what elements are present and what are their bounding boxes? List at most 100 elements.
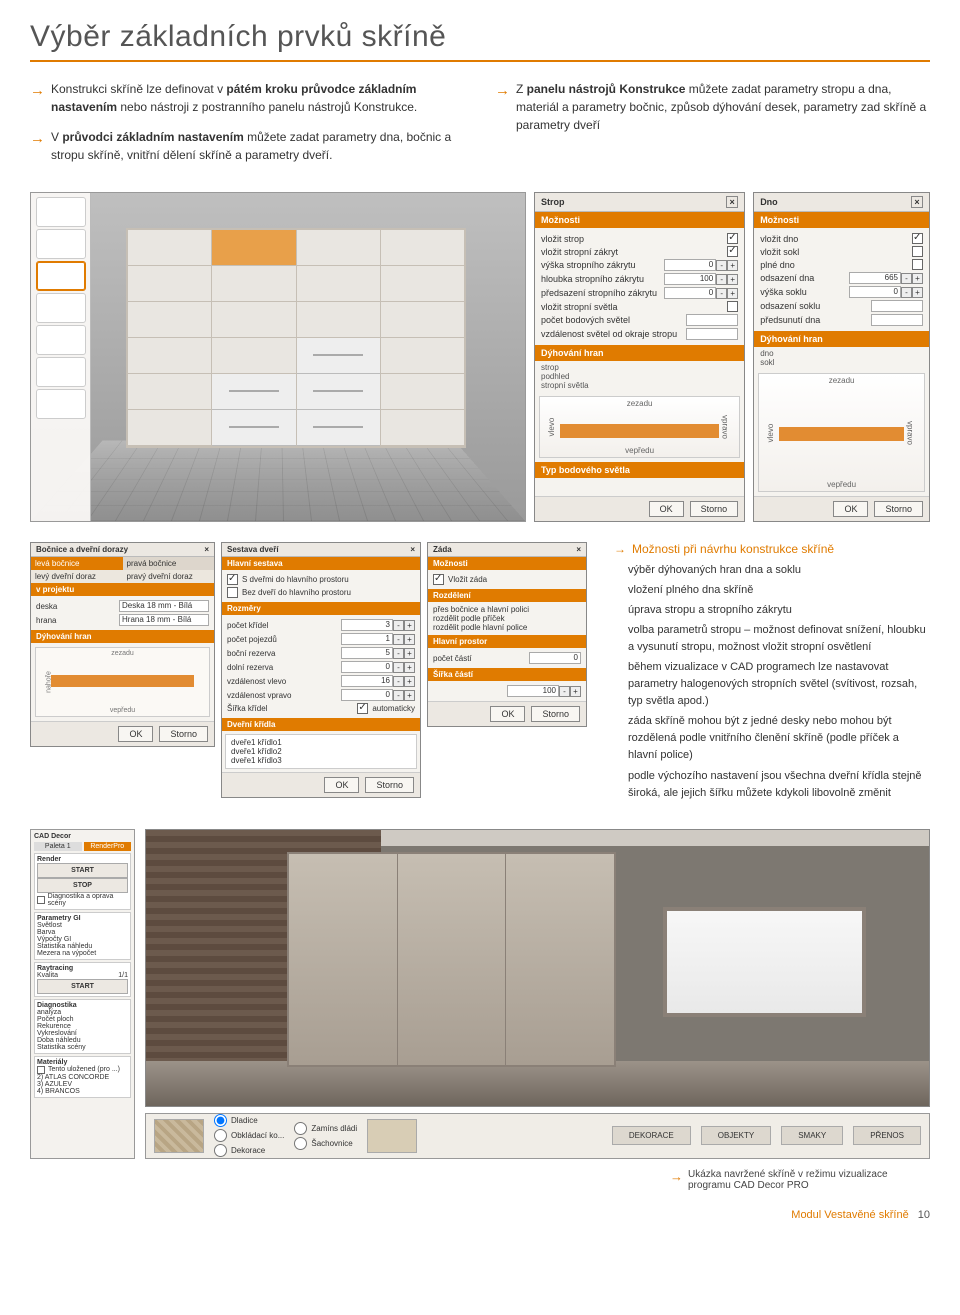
radio[interactable]	[227, 587, 238, 598]
cancel-button[interactable]: Storno	[690, 501, 739, 517]
checkbox[interactable]	[912, 233, 923, 244]
checkbox[interactable]	[37, 896, 45, 904]
bocnice-dialog: Bočnice a dveřní dorazy× levá bočnice pr…	[30, 542, 215, 747]
strop-panel: Strop× Možnosti vložit strop vložit stro…	[534, 192, 745, 522]
tab[interactable]: levý dveřní doraz	[31, 570, 123, 583]
radio[interactable]	[214, 1144, 227, 1157]
list-item[interactable]: dveře1 křídlo1	[231, 738, 411, 747]
ok-button[interactable]: OK	[490, 706, 525, 722]
close-icon[interactable]: ×	[576, 545, 581, 554]
close-icon[interactable]: ×	[911, 196, 923, 208]
checkbox[interactable]	[727, 246, 738, 257]
dno-title: Dno	[760, 197, 778, 207]
dno-section-0: Možnosti	[754, 212, 929, 228]
bocnice-diagram: zezadu nahoře vepředu	[35, 647, 210, 717]
radio[interactable]	[227, 574, 238, 585]
tool-dno[interactable]	[36, 261, 86, 291]
sestava-dialog: Sestava dveří× Hlavní sestava S dveřmi d…	[221, 542, 421, 798]
cancel-button[interactable]: Storno	[365, 777, 414, 793]
num-input[interactable]: 0	[529, 652, 581, 664]
dialogs-cluster: Bočnice a dveřní dorazy× levá bočnice pr…	[30, 542, 590, 798]
close-icon[interactable]: ×	[410, 545, 415, 554]
num-input[interactable]: 0	[849, 286, 901, 298]
strop-diagram: zezadu vepředu vlevo vpravo	[539, 396, 740, 458]
ok-button[interactable]: OK	[833, 501, 868, 517]
checkbox[interactable]	[727, 233, 738, 244]
start-button[interactable]: START	[37, 979, 128, 994]
cancel-button[interactable]: Storno	[874, 501, 923, 517]
texture-swatch[interactable]	[154, 1119, 204, 1153]
accent-bar	[30, 60, 930, 62]
start-button[interactable]: START	[37, 863, 128, 878]
num-input[interactable]	[686, 314, 738, 326]
radio[interactable]	[294, 1122, 307, 1135]
list-item[interactable]: dveře1 křídlo2	[231, 747, 411, 756]
tab[interactable]: OBJEKTY	[701, 1126, 771, 1145]
list-item[interactable]: 4) BRANCOS	[37, 1088, 128, 1095]
num-input[interactable]	[871, 300, 923, 312]
intro-left-0: → Konstrukci skříně lze definovat v páté…	[30, 80, 465, 116]
select[interactable]: Deska 18 mm - Bílá	[119, 600, 209, 612]
radio[interactable]	[214, 1114, 227, 1127]
list-item: výběr dýhovaných hran dna a soklu	[628, 562, 930, 579]
num-input[interactable]: 5	[341, 647, 393, 659]
close-icon[interactable]: ×	[204, 545, 209, 554]
num-input[interactable]: 0	[664, 259, 716, 271]
num-input[interactable]: 0	[341, 661, 393, 673]
num-input[interactable]: 3	[341, 619, 393, 631]
tab[interactable]: pravá bočnice	[123, 557, 215, 570]
tab[interactable]: levá bočnice	[31, 557, 123, 570]
list-item[interactable]: 3) AZULEV	[37, 1081, 128, 1088]
material-bar: Dladice Obkládací ko... Dekorace Zamíns …	[145, 1113, 930, 1159]
intro-columns: → Konstrukci skříně lze definovat v páté…	[30, 80, 930, 176]
ok-button[interactable]: OK	[649, 501, 684, 517]
tab[interactable]: DEKORACE	[612, 1126, 691, 1145]
tool-strop[interactable]	[36, 293, 86, 323]
checkbox[interactable]	[912, 259, 923, 270]
strop-section-1: Dýhování hran	[535, 345, 744, 361]
tab[interactable]: Paleta 1	[34, 842, 82, 851]
num-input[interactable]: 0	[341, 689, 393, 701]
tool-dvere[interactable]	[36, 389, 86, 419]
tool-vyklenek[interactable]	[36, 197, 86, 227]
num-input[interactable]	[871, 314, 923, 326]
arrow-icon: →	[30, 128, 45, 164]
ok-button[interactable]: OK	[118, 726, 153, 742]
checkbox[interactable]	[357, 703, 368, 714]
list-item: záda skříně mohou být z jedné desky nebo…	[628, 713, 930, 764]
checkbox[interactable]	[912, 246, 923, 257]
num-input[interactable]: 0	[664, 287, 716, 299]
stop-button[interactable]: STOP	[37, 878, 128, 893]
arrow-icon: →	[614, 542, 626, 556]
num-input[interactable]: 100	[507, 685, 559, 697]
ok-button[interactable]: OK	[324, 777, 359, 793]
list-item[interactable]: 2) ATLAS CONCORDE	[37, 1074, 128, 1081]
num-input[interactable]: 16	[341, 675, 393, 687]
num-input[interactable]: 1	[341, 633, 393, 645]
cancel-button[interactable]: Storno	[159, 726, 208, 742]
render-view	[145, 829, 930, 1107]
side-toolbar	[31, 193, 91, 521]
composite-row: Strop× Možnosti vložit strop vložit stro…	[30, 192, 930, 522]
tab[interactable]: SMAKY	[781, 1126, 843, 1145]
checkbox[interactable]	[37, 1066, 45, 1074]
radio[interactable]	[214, 1129, 227, 1142]
list-item[interactable]: dveře1 křídlo3	[231, 756, 411, 765]
tab[interactable]: RenderPro	[84, 842, 132, 851]
tool-konstrukce[interactable]	[36, 229, 86, 259]
num-input[interactable]: 665	[849, 272, 901, 284]
mid-row: Bočnice a dveřní dorazy× levá bočnice pr…	[30, 542, 930, 805]
cancel-button[interactable]: Storno	[531, 706, 580, 722]
radio[interactable]	[294, 1137, 307, 1150]
texture-swatch[interactable]	[367, 1119, 417, 1153]
tab[interactable]: PŘENOS	[853, 1126, 921, 1145]
close-icon[interactable]: ×	[726, 196, 738, 208]
tab[interactable]: pravý dveřní doraz	[123, 570, 215, 583]
checkbox[interactable]	[433, 574, 444, 585]
num-input[interactable]: 100	[664, 273, 716, 285]
tool-bocnice[interactable]	[36, 325, 86, 355]
checkbox[interactable]	[727, 301, 738, 312]
num-input[interactable]	[686, 328, 738, 340]
select[interactable]: Hrana 18 mm - Bílá	[119, 614, 209, 626]
tool-zada[interactable]	[36, 357, 86, 387]
